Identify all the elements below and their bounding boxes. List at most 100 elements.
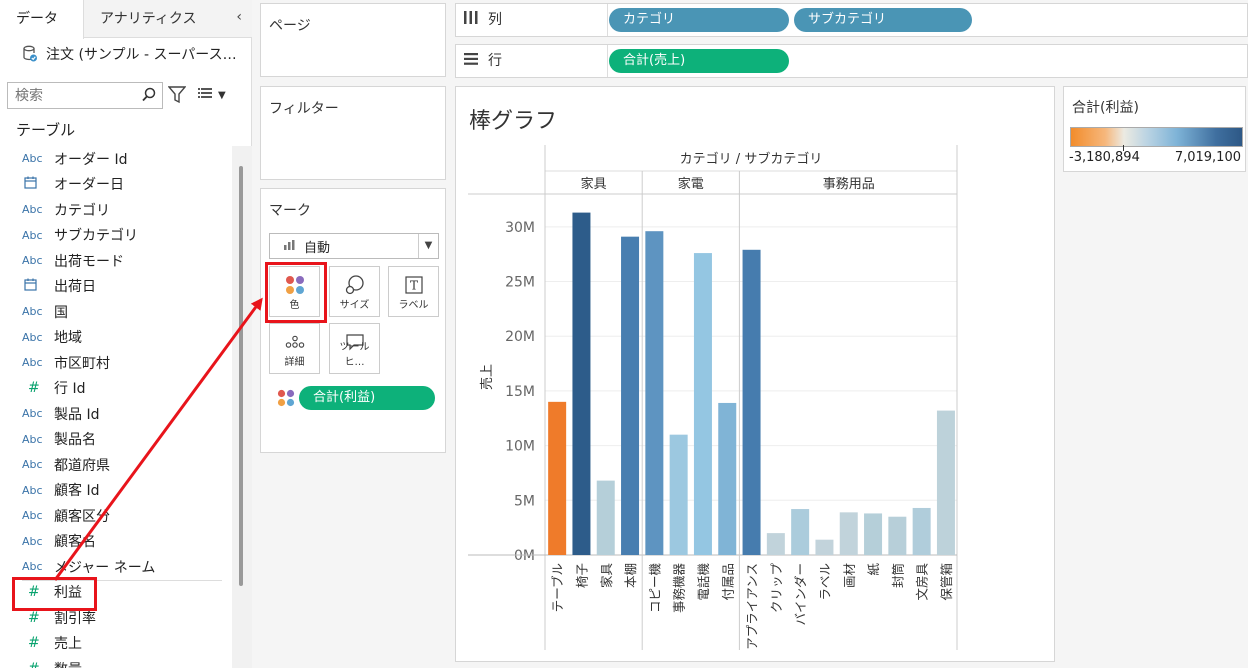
field-item[interactable]: Abc 顧客名: [0, 529, 232, 555]
scrollbar-thumb[interactable]: [239, 166, 243, 586]
legend-title: 合計(利益): [1072, 100, 1139, 116]
shelf-divider: [607, 45, 608, 77]
pages-shelf[interactable]: ページ: [260, 3, 446, 77]
number-type-icon: #: [28, 609, 40, 626]
field-item[interactable]: #数量: [0, 656, 232, 668]
bar: [718, 402, 737, 555]
x-tick-label: ラベル: [817, 563, 832, 601]
size-button-label: サイズ: [339, 300, 370, 311]
column-header-title: カテゴリ / サブカテゴリ: [680, 151, 823, 167]
bar: [912, 507, 931, 555]
pill-subcategory[interactable]: サブカテゴリ: [794, 8, 972, 32]
marks-title: マーク: [269, 203, 311, 219]
label-button[interactable]: T ラベル: [388, 266, 439, 317]
field-item[interactable]: Abc サブカテゴリ: [0, 223, 232, 249]
field-item[interactable]: Abc 出荷モード: [0, 248, 232, 274]
x-tick-label: クリップ: [769, 563, 784, 614]
category-header: 家電: [678, 176, 704, 192]
x-tick-label: コピー機: [647, 563, 662, 614]
x-tick-label: 家具: [599, 563, 614, 589]
columns-label-text: 列: [488, 12, 502, 28]
columns-shelf[interactable]: 列 カテゴリ サブカテゴリ: [455, 3, 1248, 37]
field-item[interactable]: Abc 顧客 Id: [0, 478, 232, 504]
bar: [548, 401, 567, 555]
x-tick-label: 事務機器: [672, 563, 687, 614]
field-name: サブカテゴリ: [54, 228, 138, 245]
field-item[interactable]: Abc 顧客区分: [0, 503, 232, 529]
y-tick-label: 0M: [514, 548, 535, 564]
date-type-icon: [22, 278, 54, 295]
field-name: 市区町村: [54, 355, 110, 372]
mark-type-value: 自動: [304, 240, 331, 256]
chevron-down-icon: ▼: [418, 234, 438, 258]
field-item[interactable]: Abc カテゴリ: [0, 197, 232, 223]
bar: [815, 539, 834, 555]
mark-type-select[interactable]: 自動 ▼: [269, 233, 439, 259]
size-button[interactable]: サイズ: [329, 266, 380, 317]
string-type-icon: Abc: [22, 458, 43, 472]
field-item[interactable]: Abc メジャー ネーム: [0, 554, 232, 580]
color-pill-profit[interactable]: 合計(利益): [299, 386, 435, 410]
bar-chart-icon: [284, 239, 296, 254]
field-item[interactable]: # 行 Id: [0, 376, 232, 402]
filters-shelf[interactable]: フィルター: [260, 86, 446, 180]
string-type-icon: Abc: [22, 356, 43, 370]
tab-data[interactable]: データ: [0, 0, 84, 39]
string-type-icon: Abc: [22, 407, 43, 421]
collapse-pane-icon[interactable]: ‹: [236, 9, 242, 25]
field-item[interactable]: # 売上: [0, 631, 232, 657]
field-item[interactable]: Abc 市区町村: [0, 350, 232, 376]
pill-category[interactable]: カテゴリ: [609, 8, 789, 32]
field-item[interactable]: 出荷日: [0, 274, 232, 300]
svg-text:T: T: [409, 279, 417, 293]
field-item[interactable]: Abc 都道府県: [0, 452, 232, 478]
field-item[interactable]: Abc 製品名: [0, 427, 232, 453]
filters-title: フィルター: [269, 101, 339, 117]
tables-section-label: テーブル: [16, 121, 76, 139]
label-button-label: ラベル: [398, 300, 429, 311]
field-item[interactable]: オーダー日: [0, 172, 232, 198]
field-name: 出荷日: [54, 279, 96, 296]
field-item[interactable]: Abc 地域: [0, 325, 232, 351]
pages-title: ページ: [269, 18, 311, 34]
field-name: 顧客名: [54, 534, 96, 551]
tab-analytics[interactable]: アナリティクス: [84, 0, 224, 38]
field-item[interactable]: Abc 国: [0, 299, 232, 325]
rows-shelf[interactable]: 行 合計(売上): [455, 44, 1248, 78]
x-tick-label: 本棚: [623, 563, 638, 588]
tooltip-button[interactable]: ツールヒ…: [329, 323, 380, 374]
field-name: カテゴリ: [54, 202, 110, 219]
field-list-scrollbar[interactable]: [232, 146, 252, 668]
field-name: 都道府県: [54, 457, 110, 474]
field-name: 出荷モード: [54, 253, 124, 270]
columns-icon: [464, 4, 478, 36]
y-tick-label: 30M: [505, 220, 535, 236]
bar: [766, 533, 785, 555]
search-input[interactable]: [8, 83, 136, 108]
bar: [839, 512, 858, 555]
view-options-button[interactable]: ▼: [198, 85, 240, 105]
bar: [791, 509, 810, 555]
color-legend[interactable]: 合計(利益) -3,180,894 7,019,100: [1063, 86, 1246, 172]
x-tick-label: 紙: [866, 563, 881, 576]
detail-dots-icon: [270, 332, 319, 352]
legend-gradient: [1070, 127, 1243, 147]
bar: [864, 513, 883, 555]
detail-button-label: 詳細: [284, 357, 305, 368]
rows-shelf-label: 行: [464, 45, 502, 77]
detail-button[interactable]: 詳細: [269, 323, 320, 374]
columns-shelf-label: 列: [464, 4, 502, 36]
field-item[interactable]: Abc 製品 Id: [0, 401, 232, 427]
string-type-icon: Abc: [22, 509, 43, 523]
filter-icon[interactable]: [167, 85, 187, 105]
x-tick-label: 画材: [842, 563, 857, 588]
field-item[interactable]: Abc オーダー Id: [0, 146, 232, 172]
search-icon[interactable]: [142, 87, 156, 106]
y-axis-title: 売上: [479, 364, 495, 390]
database-icon: [22, 45, 38, 63]
pill-sum-sales[interactable]: 合計(売上): [609, 49, 789, 73]
category-header: 家具: [581, 176, 607, 192]
y-tick-label: 10M: [505, 439, 535, 455]
datasource-item[interactable]: 注文 (サンプル - スーパース…: [22, 42, 237, 66]
bar: [669, 434, 688, 555]
